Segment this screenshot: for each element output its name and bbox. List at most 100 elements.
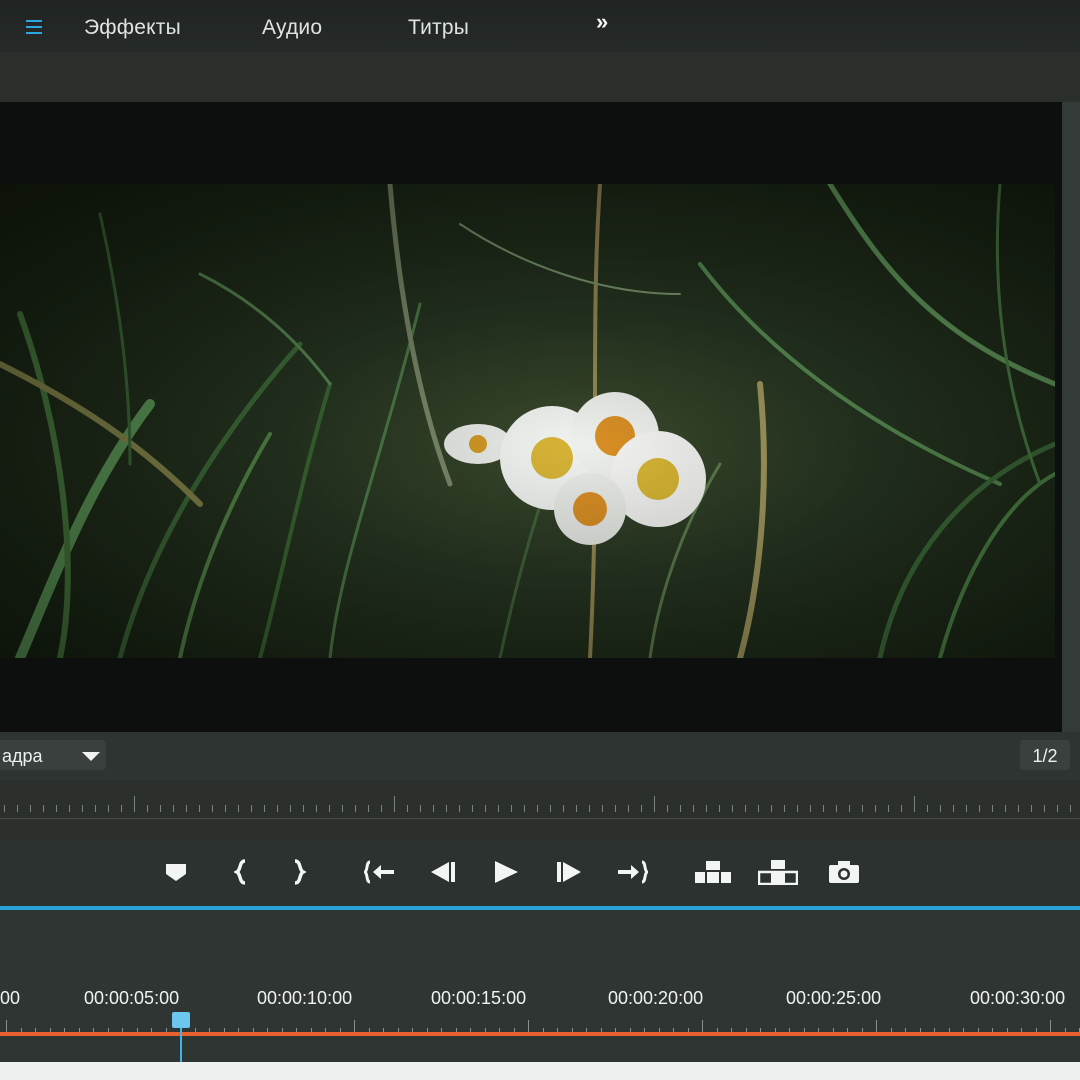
ruler-tick — [979, 805, 980, 812]
overwrite-icon — [758, 860, 798, 885]
monitor-scrollbar[interactable] — [1062, 102, 1080, 732]
ruler-tick — [368, 805, 369, 812]
ruler-tick — [30, 805, 31, 812]
go-to-in-button[interactable] — [362, 856, 398, 888]
ruler-tick — [602, 805, 603, 812]
ruler-tick — [108, 805, 109, 812]
ruler-tick — [290, 805, 291, 812]
double-chevron-right-icon[interactable]: » — [596, 9, 608, 35]
mark-in-icon — [234, 859, 246, 885]
ruler-tick — [914, 796, 915, 812]
step-forward-button[interactable] — [551, 856, 587, 888]
timecode-label: 00:00:05:00 — [84, 988, 180, 1008]
fit-dropdown-label: адра — [2, 746, 43, 766]
mark-out-icon — [294, 859, 306, 885]
go-to-out-icon — [618, 860, 648, 884]
ruler-tick — [407, 805, 408, 812]
ruler-tick — [17, 805, 18, 812]
ruler-tick — [992, 805, 993, 812]
timecode-label: 00 — [0, 988, 21, 1008]
ruler-tick — [95, 805, 96, 812]
tab-titles[interactable]: Титры — [408, 16, 469, 40]
work-area-bar[interactable] — [0, 1032, 1080, 1036]
ruler-tick — [381, 805, 382, 812]
ruler-tick — [719, 805, 720, 812]
step-back-button[interactable] — [425, 856, 461, 888]
ruler-tick — [212, 805, 213, 812]
ruler-tick — [940, 805, 941, 812]
tab-effects[interactable]: Эффекты — [84, 16, 181, 40]
ruler-tick — [238, 805, 239, 812]
chevron-down-icon — [82, 752, 100, 761]
ruler-tick — [472, 805, 473, 812]
monitor-options-bar — [0, 732, 1080, 780]
ruler-tick — [862, 805, 863, 812]
ruler-tick — [836, 805, 837, 812]
marker-icon — [166, 864, 186, 881]
tab-audio[interactable]: Аудио — [262, 16, 322, 40]
ruler-tick — [355, 805, 356, 812]
ruler-tick — [264, 805, 265, 812]
play-button[interactable] — [488, 856, 524, 888]
video-frame — [0, 184, 1055, 658]
ruler-tick — [459, 805, 460, 812]
ruler-tick — [394, 796, 395, 812]
ruler-tick — [82, 805, 83, 812]
ruler-tick — [485, 805, 486, 812]
ruler-tick — [173, 805, 174, 812]
mark-out-button[interactable] — [281, 856, 317, 888]
ruler-tick — [1005, 805, 1006, 812]
ruler-tick — [589, 805, 590, 812]
ruler-tick — [342, 805, 343, 812]
ruler-tick — [134, 796, 135, 812]
ruler-tick — [615, 805, 616, 812]
ruler-tick — [329, 805, 330, 812]
insert-icon — [695, 861, 731, 883]
ruler-tick — [420, 805, 421, 812]
playhead-line[interactable] — [180, 1028, 182, 1064]
ruler-tick — [277, 805, 278, 812]
ruler-tick — [537, 805, 538, 812]
ruler-tick — [797, 805, 798, 812]
ruler-tick — [147, 805, 148, 812]
ruler-tick — [641, 805, 642, 812]
daisy-flowers-image — [0, 184, 1055, 658]
ruler-tick — [199, 805, 200, 812]
ruler-tick — [563, 805, 564, 812]
ruler-tick — [667, 805, 668, 812]
ruler-tick — [823, 805, 824, 812]
ruler-tick — [875, 805, 876, 812]
ruler-tick — [4, 805, 5, 812]
timecode-label: 00:00:15:00 — [431, 988, 527, 1008]
ruler-tick — [927, 805, 928, 812]
fit-dropdown[interactable]: адра — [0, 740, 106, 770]
step-back-icon — [431, 862, 455, 882]
ruler-tick — [654, 796, 655, 812]
resolution-selector[interactable]: 1/2 — [1020, 740, 1070, 770]
go-to-out-button[interactable] — [614, 856, 650, 888]
ruler-tick — [316, 805, 317, 812]
add-marker-button[interactable] — [158, 856, 194, 888]
ruler-tick — [511, 805, 512, 812]
ruler-tick — [745, 805, 746, 812]
timecode-label: 00:00:25:00 — [786, 988, 882, 1008]
insert-button[interactable] — [692, 856, 734, 888]
play-icon — [495, 861, 518, 883]
ruler-tick — [576, 805, 577, 812]
export-frame-button[interactable] — [826, 856, 862, 888]
overwrite-button[interactable] — [757, 856, 799, 888]
playhead-handle[interactable] — [172, 1012, 190, 1028]
hamburger-icon[interactable] — [26, 20, 42, 34]
ruler-tick — [1070, 805, 1071, 812]
ruler-tick — [303, 805, 304, 812]
status-strip — [0, 1062, 1080, 1080]
ruler-tick — [251, 805, 252, 812]
monitor-time-ruler[interactable] — [0, 788, 1080, 819]
ruler-tick — [953, 805, 954, 812]
step-forward-icon — [557, 862, 581, 882]
ruler-tick — [1057, 805, 1058, 812]
ruler-tick — [121, 805, 122, 812]
ruler-tick — [901, 805, 902, 812]
ruler-tick — [433, 805, 434, 812]
mark-in-button[interactable] — [223, 856, 259, 888]
